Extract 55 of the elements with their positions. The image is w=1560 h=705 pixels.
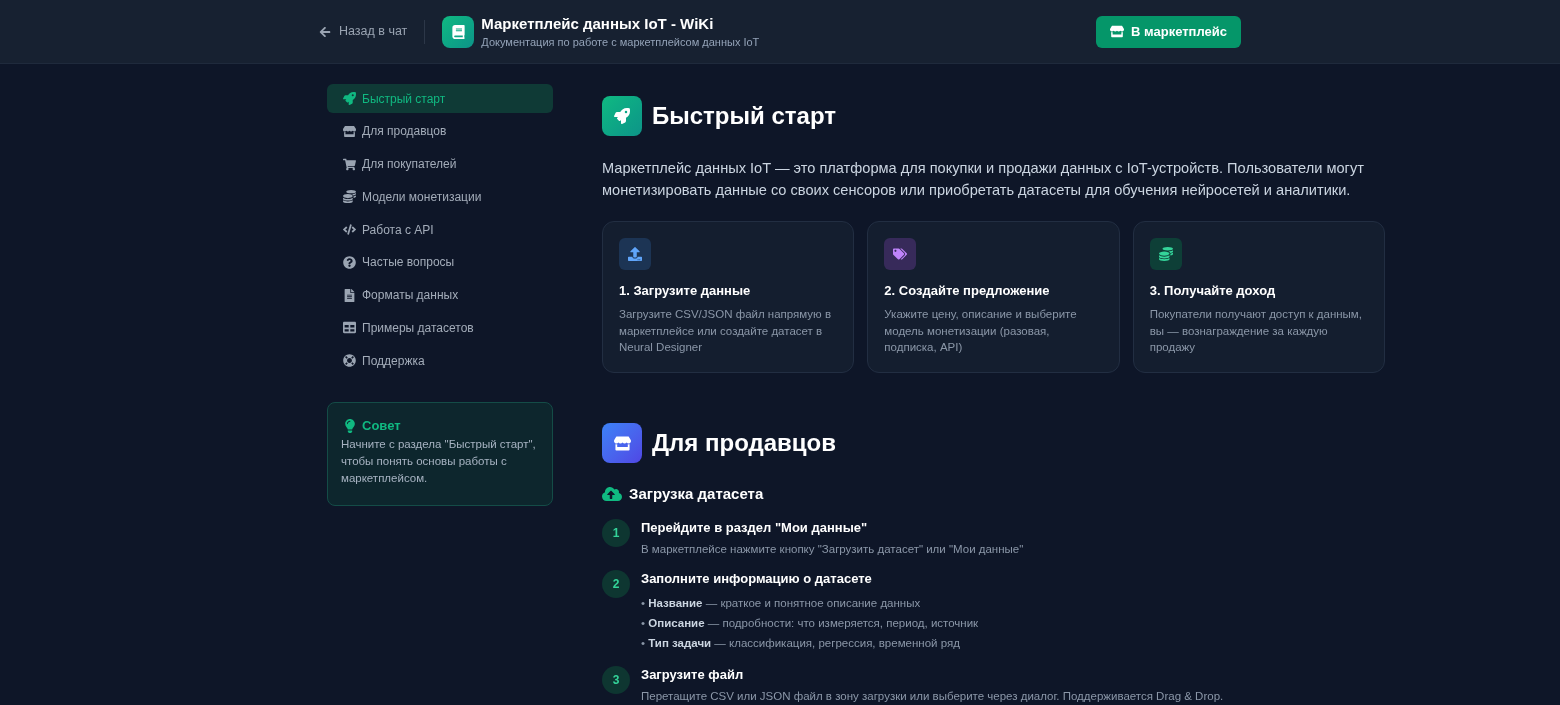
- tip-text: Начните с раздела "Быстрый старт", чтобы понять основы работы с маркетплейсом.: [341, 437, 537, 486]
- back-link[interactable]: Назад в чат: [319, 22, 408, 41]
- store-icon: [342, 124, 356, 138]
- lightbulb-icon: [345, 419, 355, 433]
- arrow-left-icon: [319, 25, 331, 38]
- sidebar-item[interactable]: Для покупателей: [327, 149, 553, 179]
- tip-title: Совет: [362, 417, 401, 436]
- intro-paragraph: Маркетплейс данных IoT — это платформа для покупки и продажи данных с IoT-устройств. Пользователи могут монетизировать данные со своих сенсоров или приобретать датасеты для обучения нейросетей и аналитики.: [602, 159, 1365, 200]
- sidebar-item[interactable]: Работа с API: [327, 215, 553, 244]
- page-subtitle: Документация по работе с маркетплейсом данных IoT: [481, 34, 760, 50]
- page-title: Маркетплейс данных IoT - WiKi: [481, 13, 715, 34]
- bullet-text: • Тип задачи — классификация, регрессия, временной ряд: [641, 636, 961, 651]
- card-title: 1. Загрузите данные: [619, 282, 752, 300]
- section-heading: Быстрый старт: [652, 101, 836, 131]
- bullet-text: • Название — краткое и понятное описание данных: [641, 596, 922, 611]
- store-icon: [1110, 25, 1125, 38]
- step-title: Заполните информацию о датасете: [641, 570, 873, 588]
- bullet-text: • Описание — подробности: что измеряется, период, источник: [641, 616, 979, 631]
- sidebar-item[interactable]: Форматы данных: [327, 280, 553, 310]
- section-heading: Для продавцов: [652, 428, 837, 458]
- card-text: Загрузите CSV/JSON файл напрямую в маркетплейсе или создайте датасет в Neural Designer: [619, 307, 833, 355]
- lifebuoy-icon: [342, 354, 356, 367]
- book-icon: [442, 15, 475, 48]
- document-icon: [342, 288, 356, 302]
- step-title: Загрузите файл: [641, 666, 745, 684]
- marketplace-button[interactable]: В маркетплейс: [1096, 15, 1241, 48]
- rocket-icon: [342, 92, 356, 105]
- card-text: Покупатели получают доступ к данным, вы — вознаграждение за каждую продажу: [1149, 307, 1363, 355]
- cloud-upload-icon: [602, 486, 622, 502]
- code-icon: [342, 223, 356, 236]
- question-icon: [342, 255, 356, 269]
- step-title: Перейдите в раздел "Мои данные": [641, 519, 869, 537]
- step-number: 2: [602, 570, 630, 598]
- step-text: В маркетплейсе нажмите кнопку "Загрузить датасет" или "Мои данные": [641, 542, 1024, 557]
- sidebar-item[interactable]: Для продавцов: [327, 116, 553, 146]
- store-icon: [602, 423, 642, 463]
- card-title: 3. Получайте доход: [1149, 282, 1277, 300]
- coins-icon: [1149, 238, 1182, 270]
- rocket-icon: [602, 96, 642, 136]
- tags-icon: [884, 238, 917, 270]
- step-text: Перетащите CSV или JSON файл в зону загрузки или выберите через диалог. Поддерживается Drag & Drop.: [641, 689, 1224, 704]
- sidebar-item[interactable]: Примеры датасетов: [327, 313, 553, 343]
- sidebar-item[interactable]: Частые вопросы: [327, 247, 553, 277]
- cart-icon: [342, 157, 356, 171]
- subsection-heading: Загрузка датасета: [629, 484, 764, 504]
- sidebar-item[interactable]: Поддержка: [327, 346, 553, 375]
- coins-icon: [342, 190, 356, 204]
- upload-icon: [619, 238, 651, 270]
- step-number: 1: [602, 519, 630, 547]
- step-number: 3: [602, 666, 630, 694]
- sidebar-item[interactable]: Модели монетизации: [327, 182, 553, 212]
- table-icon: [342, 321, 356, 335]
- card-title: 2. Создайте предложение: [884, 282, 1051, 300]
- sidebar-item[interactable]: Быстрый старт: [327, 84, 553, 113]
- card-text: Укажите цену, описание и выберите модель монетизации (разовая, подписка, API): [884, 307, 1078, 355]
